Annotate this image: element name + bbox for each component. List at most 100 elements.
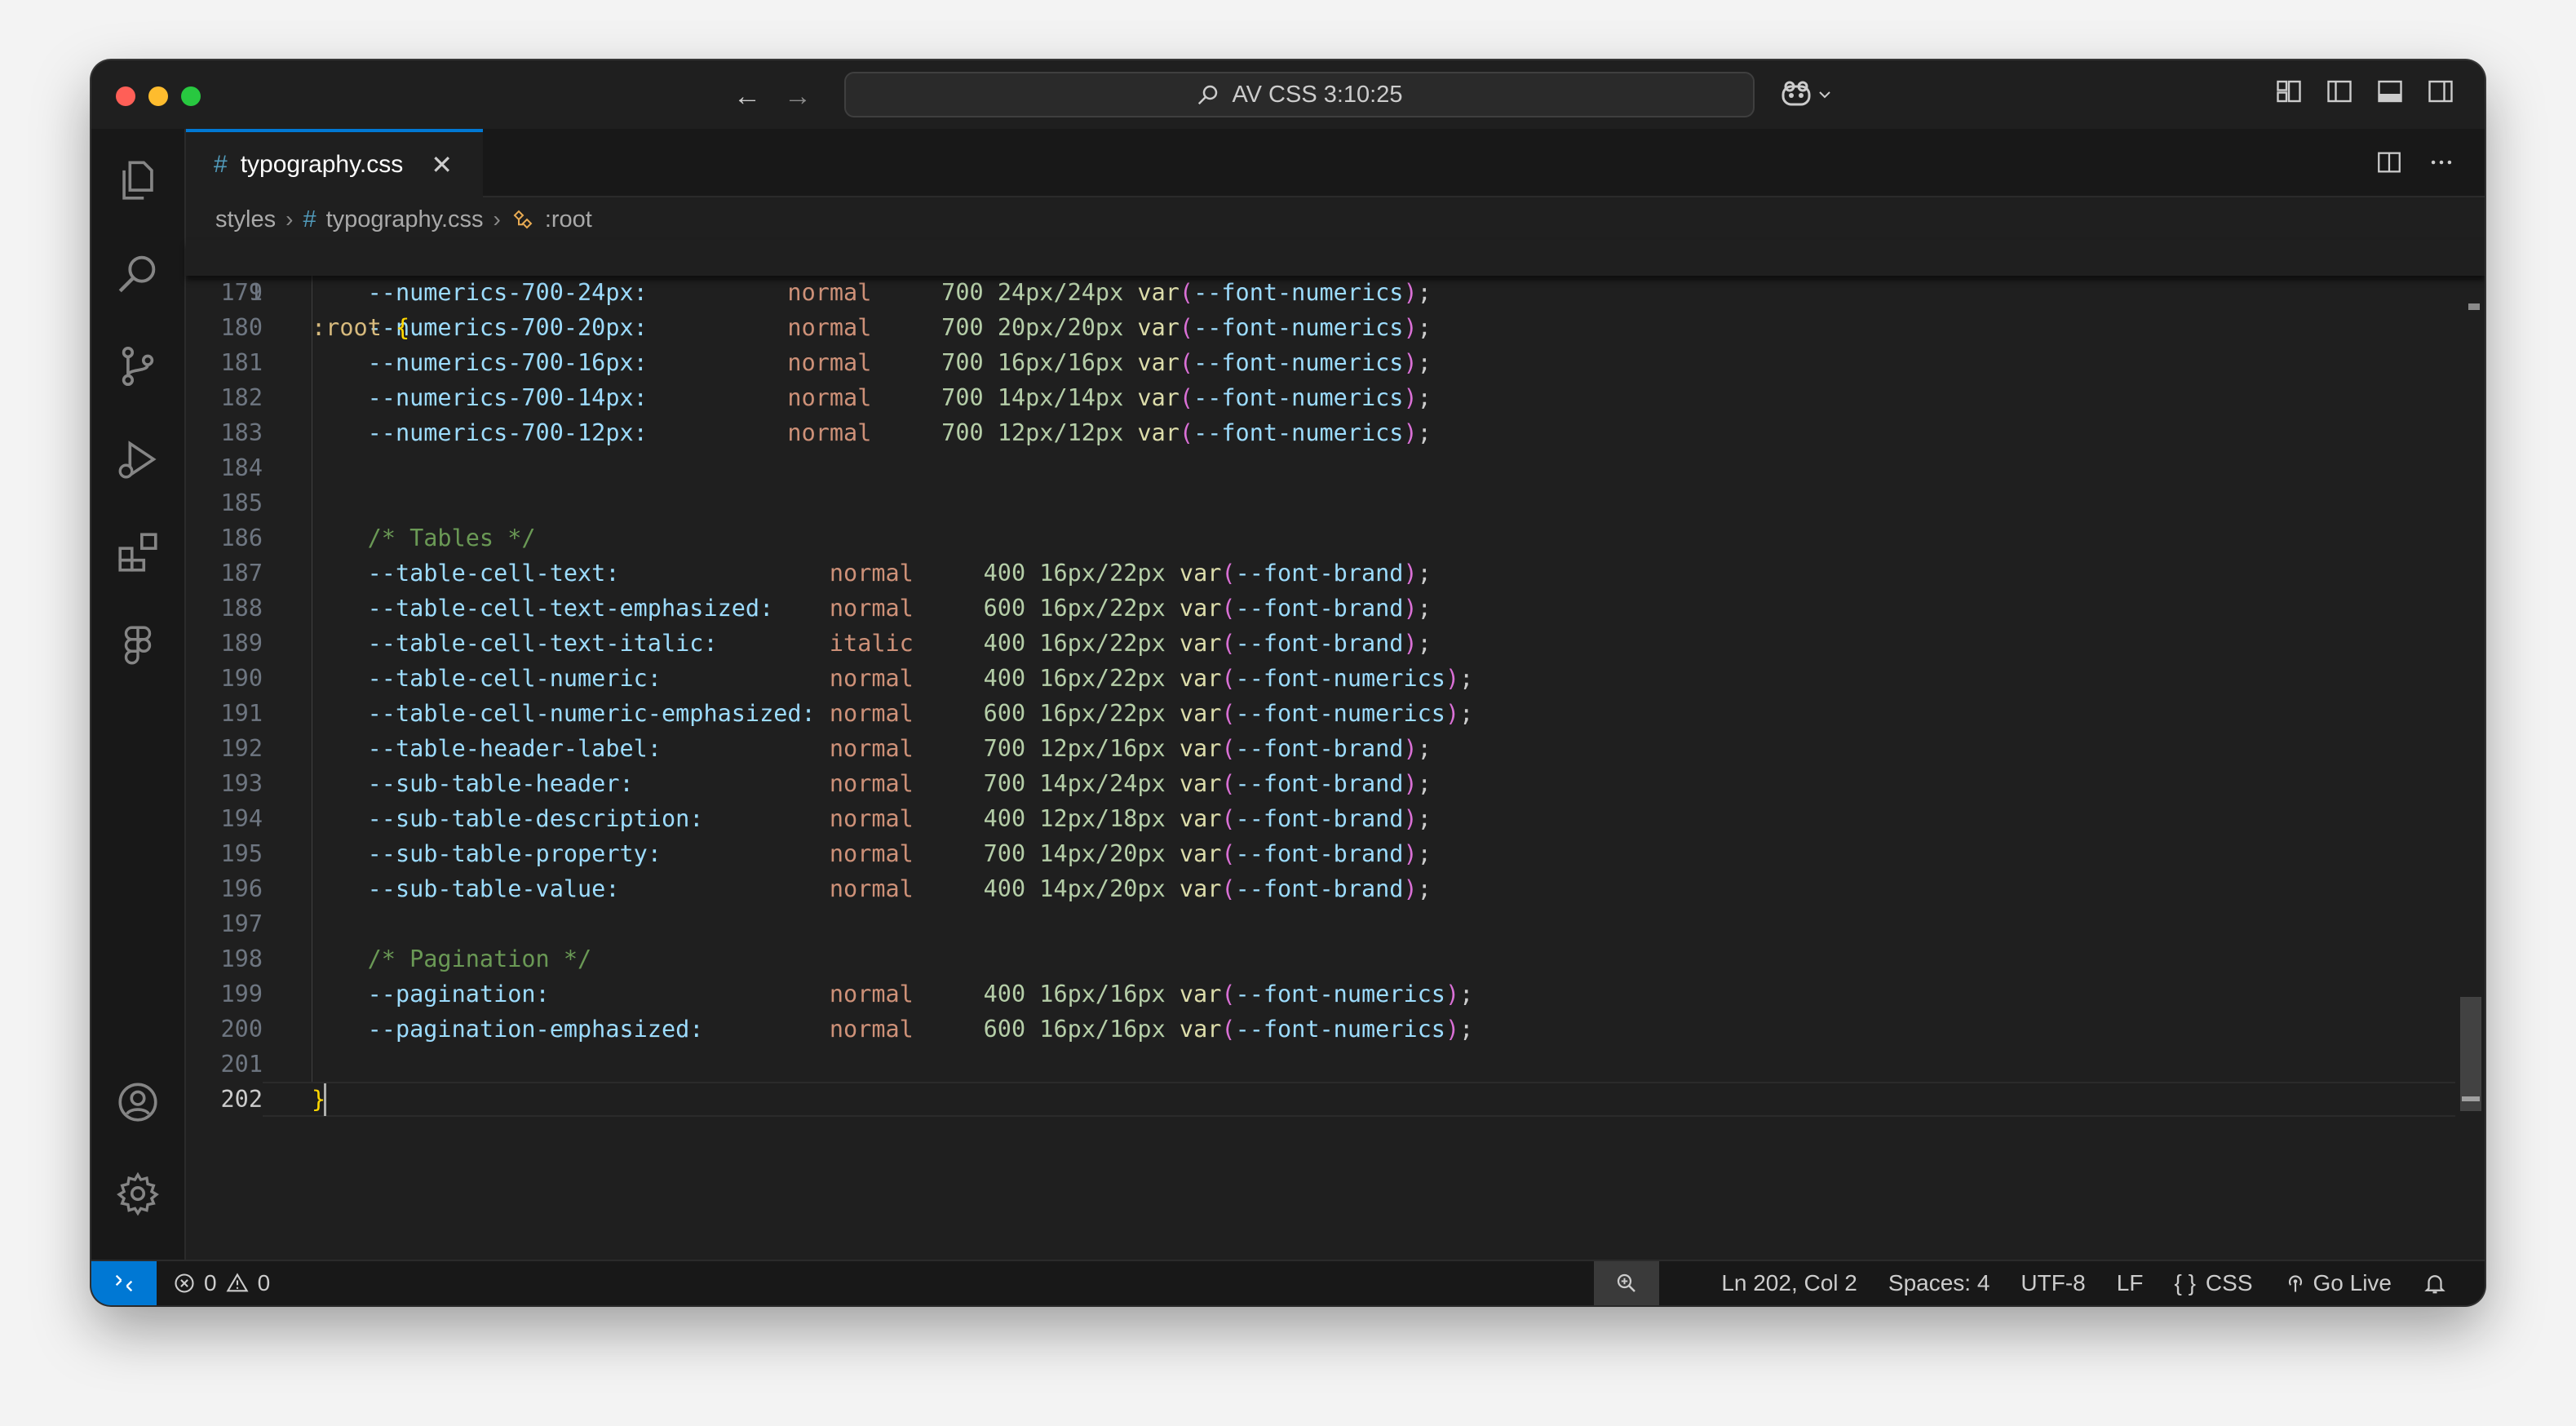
account-icon[interactable]	[114, 1078, 162, 1126]
symbol-class-icon	[513, 210, 533, 229]
breadcrumb-folder[interactable]: styles	[215, 206, 276, 233]
error-count: 0	[204, 1270, 217, 1295]
code-line[interactable]: 179 --numerics-700-24px: normal 700 24px…	[186, 275, 2485, 310]
line-number: 1	[248, 279, 263, 306]
editor-window: ← → AV CSS 3:10:25 # typography.css ✕ st…	[91, 60, 2485, 1305]
toggle-primary-sidebar-icon[interactable]	[2325, 77, 2354, 106]
code-line[interactable]: 195 --sub-table-property: normal 700 14p…	[186, 836, 2485, 871]
go-live-button[interactable]: Go Live	[2284, 1270, 2392, 1296]
arrow-left-icon[interactable]: ←	[729, 78, 765, 114]
run-debug-icon[interactable]	[114, 436, 162, 483]
line-number: 192	[220, 735, 263, 762]
line-number: 188	[220, 595, 263, 622]
encoding[interactable]: UTF-8	[2021, 1270, 2085, 1296]
sticky-scroll-header[interactable]: 1 :root {	[186, 240, 2485, 341]
close-icon[interactable]: ✕	[431, 149, 453, 180]
code-line[interactable]: 200 --pagination-emphasized: normal 600 …	[186, 1012, 2485, 1047]
line-code: /* Tables */	[367, 525, 536, 551]
indentation[interactable]: Spaces: 4	[1888, 1270, 1990, 1296]
line-code: --table-cell-numeric: normal 400 16px/22…	[367, 665, 1474, 692]
code-editor[interactable]: 1 :root { 178 --numerics-700-28px: norma…	[186, 240, 2485, 1261]
code-line[interactable]: 184	[186, 450, 2485, 485]
code-line[interactable]: 183 --numerics-700-12px: normal 700 12px…	[186, 415, 2485, 450]
code-line[interactable]: 198 /* Pagination */	[186, 941, 2485, 976]
chevron-right-icon: ›	[493, 206, 501, 232]
scrollbar-thumb[interactable]	[2460, 997, 2481, 1111]
code-line[interactable]: 202}	[186, 1082, 2485, 1117]
line-number: 201	[220, 1051, 263, 1078]
line-number: 195	[220, 840, 263, 867]
cursor-position-marker	[2462, 1096, 2480, 1101]
minimize-window-button[interactable]	[148, 86, 168, 106]
breadcrumb-symbol[interactable]: :root	[545, 206, 592, 233]
layout-controls	[2274, 77, 2455, 106]
line-code: --pagination: normal 400 16px/16px var(-…	[367, 981, 1474, 1008]
line-code: --numerics-700-14px: normal 700 14px/14p…	[367, 384, 1432, 411]
tab-label: typography.css	[240, 151, 404, 178]
css-file-icon: #	[214, 151, 228, 178]
code-line[interactable]: 190 --table-cell-numeric: normal 400 16p…	[186, 661, 2485, 696]
close-window-button[interactable]	[116, 86, 135, 106]
zoom-icon	[1617, 1273, 1635, 1292]
split-editor-icon[interactable]	[2375, 148, 2403, 176]
braces-icon: { }	[2174, 1270, 2196, 1295]
command-center-search[interactable]: AV CSS 3:10:25	[844, 72, 1755, 117]
maximize-window-button[interactable]	[181, 86, 201, 106]
warning-icon	[226, 1273, 249, 1292]
figma-icon[interactable]	[114, 622, 162, 669]
breadcrumb-file[interactable]: typography.css	[326, 206, 484, 233]
explorer-icon[interactable]	[114, 157, 162, 204]
error-icon	[175, 1273, 194, 1293]
code-line[interactable]: 191 --table-cell-numeric-emphasized: nor…	[186, 696, 2485, 731]
code-line[interactable]: 196 --sub-table-value: normal 400 14px/2…	[186, 871, 2485, 906]
title-bar: ← → AV CSS 3:10:25	[91, 60, 2485, 131]
line-number: 202	[220, 1086, 263, 1113]
source-control-icon[interactable]	[114, 343, 162, 390]
editor-scrollbar[interactable]	[2455, 240, 2485, 1261]
code-line[interactable]: 181 --numerics-700-16px: normal 700 16px…	[186, 345, 2485, 380]
code-line[interactable]: 188 --table-cell-text-emphasized: normal…	[186, 591, 2485, 626]
customize-layout-icon[interactable]	[2274, 77, 2304, 106]
cursor-position[interactable]: Ln 202, Col 2	[1721, 1270, 1857, 1296]
remote-indicator[interactable]	[91, 1261, 157, 1305]
language-mode[interactable]: { } CSS	[2174, 1270, 2252, 1296]
extensions-icon[interactable]	[114, 529, 162, 576]
code-line[interactable]: 193 --sub-table-header: normal 700 14px/…	[186, 766, 2485, 801]
settings-gear-icon[interactable]	[114, 1170, 162, 1217]
sticky-code: :root {	[312, 314, 410, 341]
more-actions-icon[interactable]	[2428, 148, 2455, 176]
code-line[interactable]: 187 --table-cell-text: normal 400 16px/2…	[186, 556, 2485, 591]
line-number: 189	[220, 630, 263, 657]
code-line[interactable]: 197	[186, 906, 2485, 941]
code-line[interactable]: 194 --sub-table-description: normal 400 …	[186, 801, 2485, 836]
code-line[interactable]: 180 --numerics-700-20px: normal 700 20px…	[186, 310, 2485, 345]
line-code: --sub-table-description: normal 400 12px…	[367, 805, 1432, 832]
editor-actions	[2375, 148, 2455, 176]
code-line[interactable]: 189 --table-cell-text-italic: italic 400…	[186, 626, 2485, 661]
code-line[interactable]: 199 --pagination: normal 400 16px/16px v…	[186, 976, 2485, 1012]
editor-tab-strip: # typography.css ✕	[186, 129, 2485, 197]
zoom-indicator[interactable]	[1594, 1261, 1659, 1305]
line-number: 198	[220, 946, 263, 972]
notifications-bell-icon[interactable]	[2423, 1271, 2447, 1295]
code-line[interactable]: 185	[186, 485, 2485, 520]
line-number: 200	[220, 1016, 263, 1043]
toggle-secondary-sidebar-icon[interactable]	[2426, 77, 2455, 106]
code-line[interactable]: 186 /* Tables */	[186, 520, 2485, 556]
tab-typography-css[interactable]: # typography.css ✕	[186, 129, 483, 197]
arrow-right-icon[interactable]: →	[780, 78, 816, 114]
end-of-line[interactable]: LF	[2117, 1270, 2144, 1296]
line-code: --sub-table-value: normal 400 14px/20px …	[367, 875, 1432, 902]
minimap-marker	[2468, 303, 2480, 310]
code-line[interactable]: 192 --table-header-label: normal 700 12p…	[186, 731, 2485, 766]
toggle-panel-icon[interactable]	[2375, 77, 2405, 106]
code-line[interactable]: 201	[186, 1047, 2485, 1082]
line-number: 196	[220, 875, 263, 902]
copilot-menu-button[interactable]	[1780, 75, 1832, 114]
problems-indicator[interactable]: 0 0	[173, 1261, 270, 1305]
line-code: --numerics-700-20px: normal 700 20px/20p…	[367, 314, 1432, 341]
line-code: }	[312, 1082, 326, 1117]
code-line[interactable]: 182 --numerics-700-14px: normal 700 14px…	[186, 380, 2485, 415]
search-icon[interactable]	[114, 250, 162, 297]
line-number: 183	[220, 419, 263, 446]
